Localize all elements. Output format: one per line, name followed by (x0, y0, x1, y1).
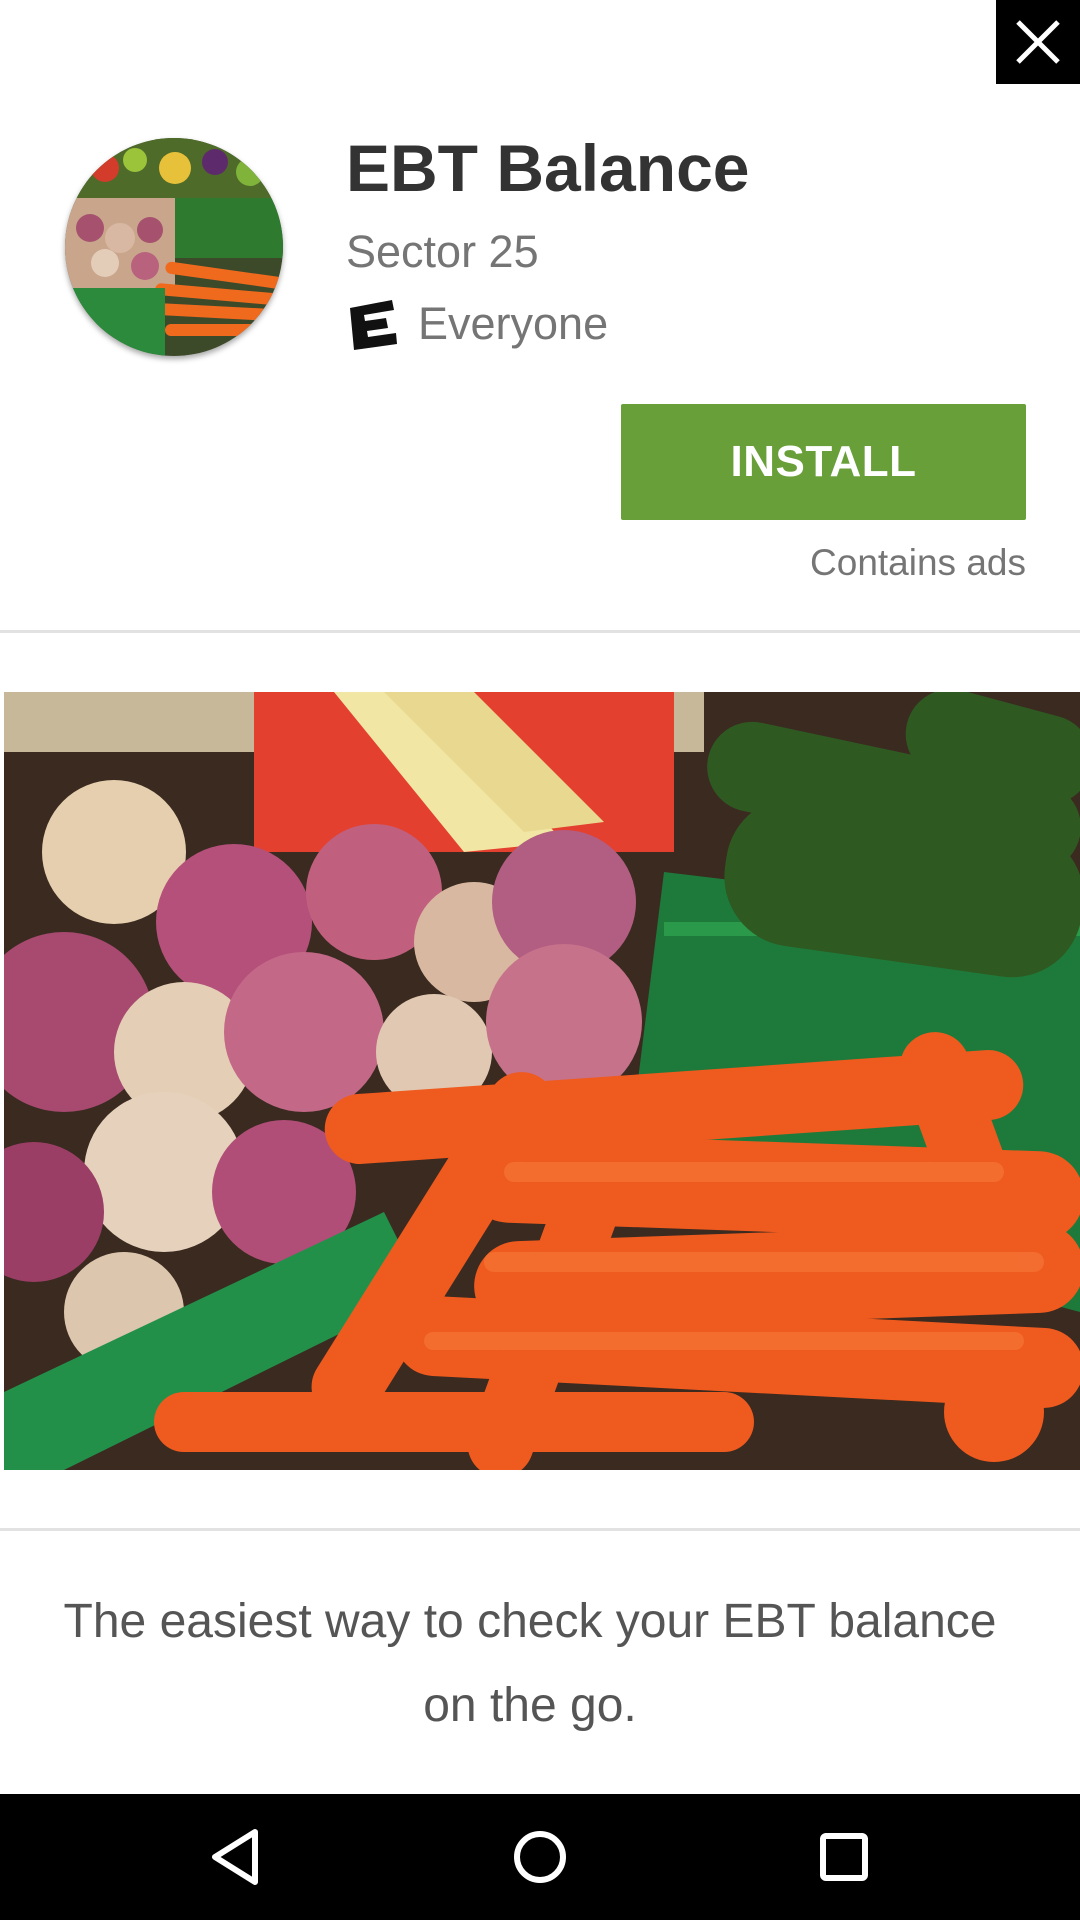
install-button[interactable]: INSTALL (621, 404, 1026, 520)
esrb-e-icon (350, 300, 397, 350)
system-navigation-bar (0, 1794, 1080, 1920)
content-rating: Everyone (346, 295, 608, 353)
divider-bottom (0, 1528, 1080, 1531)
app-icon (65, 138, 283, 356)
recents-square-icon[interactable] (799, 1812, 889, 1902)
home-circle-icon[interactable] (495, 1812, 585, 1902)
feature-image (4, 692, 1080, 1470)
content-rating-label: Everyone (418, 298, 609, 349)
divider-top (0, 630, 1080, 633)
contains-ads-label: Contains ads (810, 542, 1026, 583)
app-title: EBT Balance (346, 131, 750, 205)
back-triangle-icon[interactable] (191, 1812, 281, 1902)
close-button[interactable] (996, 0, 1080, 84)
developer-name: Sector 25 (346, 226, 539, 277)
close-icon (1016, 20, 1060, 64)
app-description: The easiest way to check your EBT balanc… (63, 1595, 997, 1732)
